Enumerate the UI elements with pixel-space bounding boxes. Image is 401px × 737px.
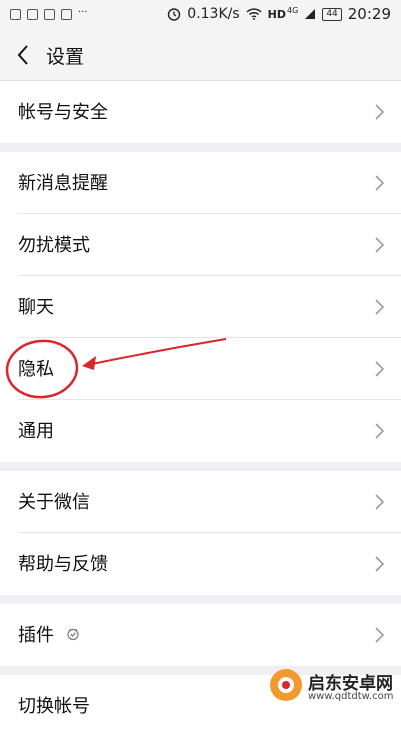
chevron-right-icon — [375, 237, 385, 253]
app-notification-icon — [27, 9, 38, 20]
settings-item-label: 插件 — [18, 625, 54, 646]
settings-item-help-feedback[interactable]: 帮助与反馈 — [0, 533, 401, 595]
navigation-bar: 设置 — [0, 30, 401, 81]
watermark-url: www.qdtdtw.com — [308, 691, 394, 702]
dots-icon: ··· — [78, 7, 88, 18]
settings-item-label: 切换帐号 — [18, 696, 90, 717]
image-notification-icon — [10, 9, 21, 20]
notification-icons: ··· — [10, 7, 88, 20]
chevron-right-icon — [375, 494, 385, 510]
chevron-right-icon — [375, 361, 385, 377]
settings-item-label: 新消息提醒 — [18, 173, 108, 194]
settings-item-general[interactable]: 通用 — [0, 400, 401, 462]
settings-item-label: 关于微信 — [18, 492, 90, 513]
network-speed: 0.13K/s — [187, 6, 240, 22]
app-notification-icon — [61, 9, 72, 20]
wifi-icon — [246, 8, 262, 20]
chevron-right-icon — [375, 556, 385, 572]
chevron-right-icon — [375, 104, 385, 120]
settings-item-label: 隐私 — [18, 359, 54, 380]
watermark: 启东安卓网 www.qdtdtw.com — [264, 665, 399, 705]
page-title: 设置 — [46, 46, 85, 68]
settings-item-about-wechat[interactable]: 关于微信 — [0, 471, 401, 533]
chevron-right-icon — [375, 423, 385, 439]
battery-icon: 44 — [322, 7, 342, 21]
alarm-icon — [168, 8, 181, 21]
settings-item-label: 聊天 — [18, 297, 54, 318]
status-indicators: 0.13K/s HD 4G 44 20:29 — [167, 5, 391, 23]
chevron-left-icon[interactable] — [14, 43, 34, 67]
app-notification-icon — [44, 9, 55, 20]
chevron-right-icon — [375, 175, 385, 191]
watermark-logo-icon — [270, 669, 302, 701]
settings-item-label: 帮助与反馈 — [18, 554, 108, 575]
chevron-right-icon — [375, 299, 385, 315]
plugin-icon — [67, 628, 79, 641]
settings-item-privacy[interactable]: 隐私 — [0, 338, 401, 400]
settings-item-chat[interactable]: 聊天 — [0, 276, 401, 338]
status-bar: ··· 0.13K/s HD 4G 44 20:29 — [0, 0, 401, 30]
hd-indicator: HD — [267, 7, 287, 21]
settings-item-do-not-disturb[interactable]: 勿扰模式 — [0, 214, 401, 276]
settings-item-new-message-alerts[interactable]: 新消息提醒 — [0, 152, 401, 214]
settings-item-label: 勿扰模式 — [18, 235, 90, 256]
settings-item-account-security[interactable]: 帐号与安全 — [0, 81, 401, 143]
settings-item-label: 通用 — [18, 421, 54, 442]
settings-item-label: 帐号与安全 — [18, 102, 108, 123]
clock: 20:29 — [347, 5, 391, 23]
signal-icon — [305, 9, 316, 19]
chevron-right-icon — [375, 627, 385, 643]
settings-item-plugins[interactable]: 插件 — [0, 604, 401, 666]
signal-label: 4G — [287, 5, 299, 15]
